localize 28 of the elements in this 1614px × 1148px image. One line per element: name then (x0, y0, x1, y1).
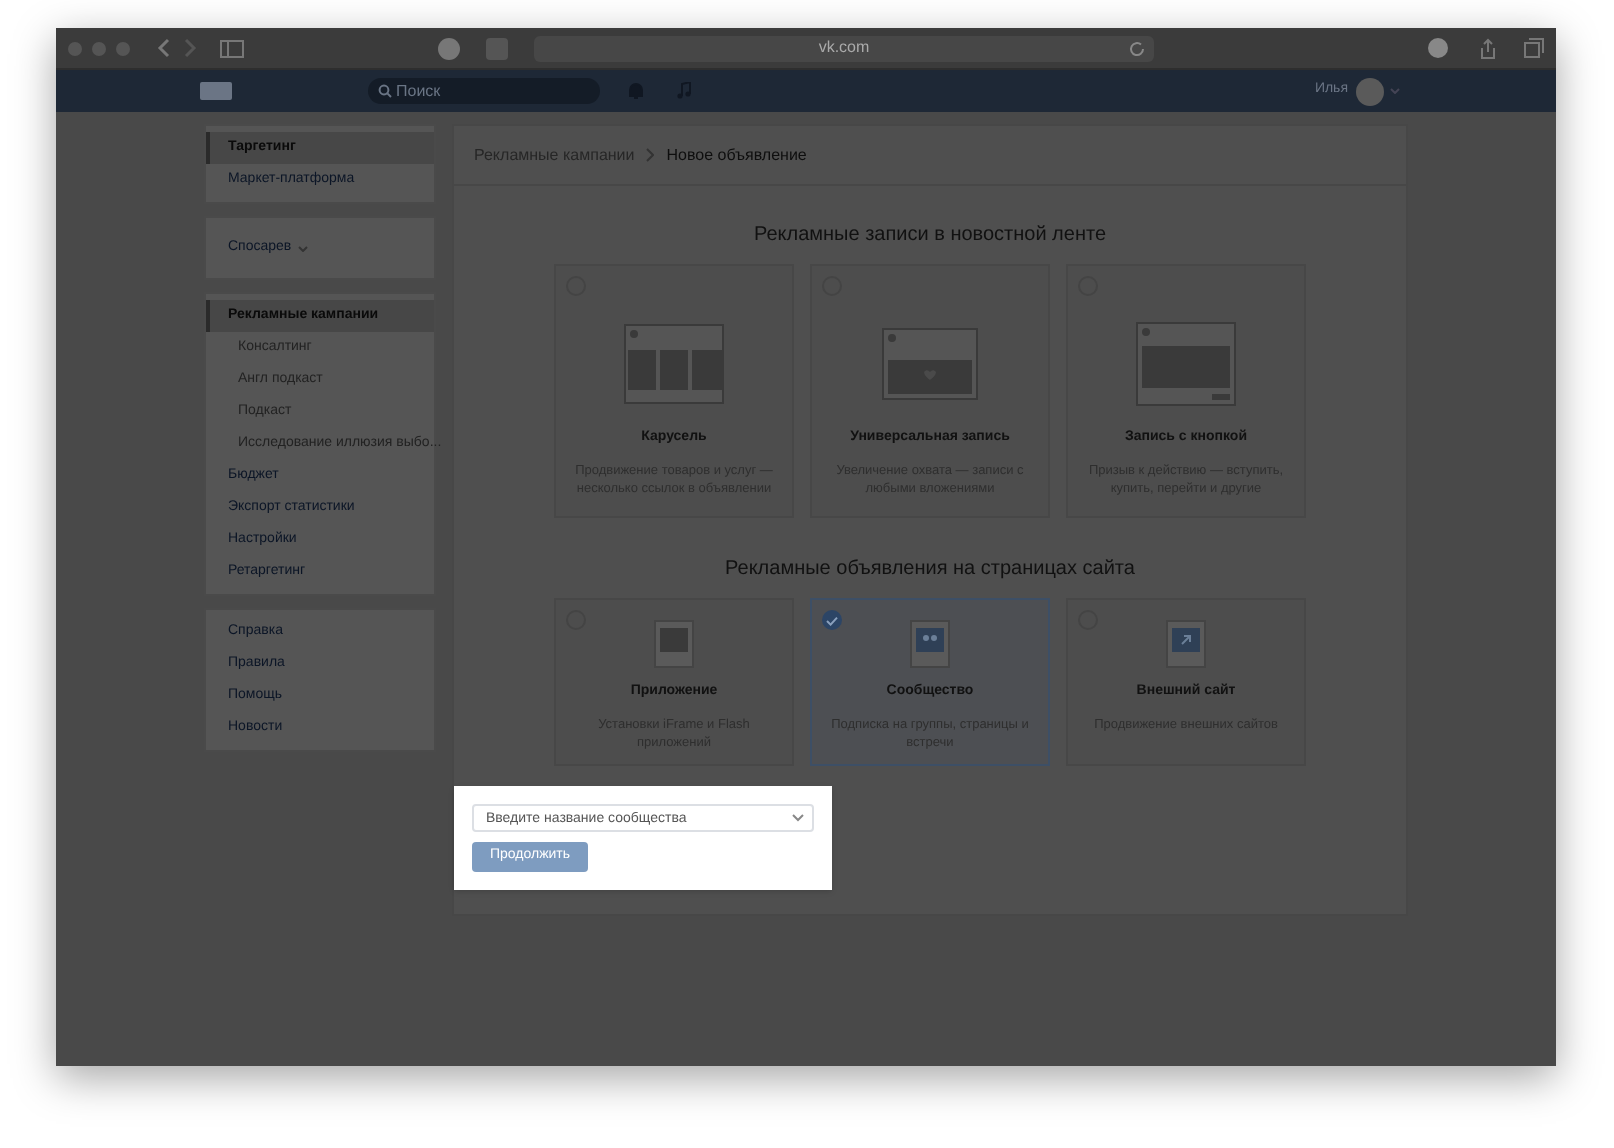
carousel-post-drawing (624, 324, 724, 404)
breadcrumb-current: Новое объявление (666, 143, 807, 167)
avatar-icon[interactable] (1356, 77, 1384, 105)
forward-icon[interactable] (182, 38, 198, 58)
address-bar[interactable]: vk.com (534, 35, 1154, 61)
url-text: vk.com (818, 40, 870, 56)
chevron-right-icon (646, 148, 655, 162)
close-window-icon[interactable] (68, 41, 82, 55)
post-with-button-drawing (1136, 322, 1236, 406)
app-card-drawing (654, 620, 694, 668)
website-card-drawing (1166, 620, 1206, 668)
share-icon[interactable] (1478, 37, 1498, 59)
section-title: Рекламные записи в новостной ленте (753, 222, 1107, 250)
chevron-down-icon (792, 814, 804, 822)
reload-icon[interactable] (1128, 39, 1146, 57)
search-field[interactable]: Поиск (368, 78, 600, 104)
tabs-icon[interactable] (1524, 38, 1544, 58)
search-icon (378, 84, 392, 98)
back-icon[interactable] (156, 38, 172, 58)
radio-button[interactable] (822, 610, 842, 630)
maximize-window-icon[interactable] (116, 41, 130, 55)
caret-icon[interactable] (1390, 88, 1400, 94)
post-drawing (882, 328, 978, 400)
community-card-drawing (910, 620, 950, 668)
section-title: Рекламные объявления на страницах сайта (725, 556, 1135, 584)
minimize-window-icon[interactable] (92, 41, 106, 55)
sidebar-icon[interactable] (220, 39, 244, 57)
caret-icon (297, 245, 308, 251)
